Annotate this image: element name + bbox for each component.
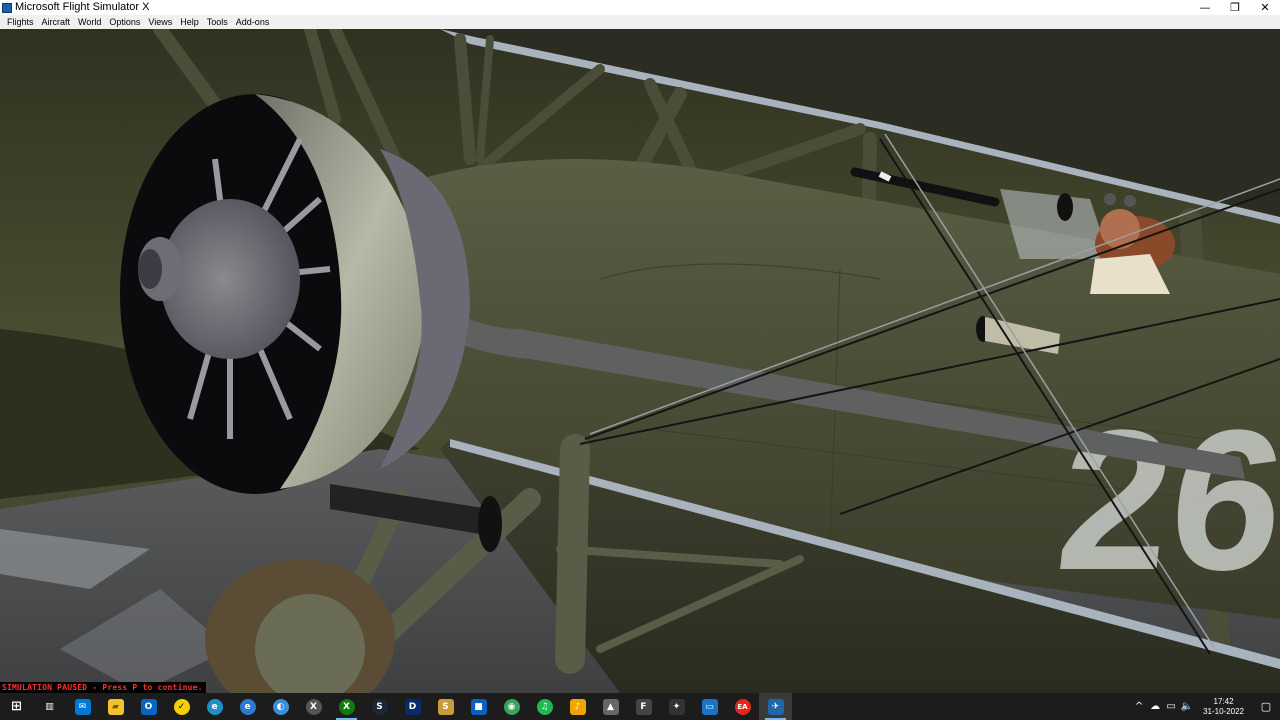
taskbar-blue-app[interactable]: ■ [462, 693, 495, 720]
system-tray: ^ ☁ ▭ 🔈 17:42 31-10-2022 ▢ [1131, 693, 1280, 720]
start-button[interactable]: ⊞ [0, 693, 33, 720]
fuselage-number: 26 [1049, 388, 1280, 611]
taskbar-mail[interactable]: ✉ [66, 693, 99, 720]
task-view-icon: ▥ [45, 701, 54, 712]
minimize-button[interactable]: — [1190, 0, 1220, 15]
menu-world[interactable]: World [74, 15, 105, 29]
menu-aircraft[interactable]: Aircraft [38, 15, 75, 29]
taskbar-edge-alt[interactable]: e [231, 693, 264, 720]
menu-add-ons[interactable]: Add-ons [232, 15, 274, 29]
taskbar-chrome-app[interactable]: ◉ [495, 693, 528, 720]
windows-taskbar: ⊞ ▥ ✉ ▰ O ✓ e e ◐ X X S D S ■ ◉ ♫ ♪ ▲ F … [0, 693, 1280, 720]
taskbar-fsx-tool[interactable]: F [627, 693, 660, 720]
steam-icon: S [371, 698, 388, 715]
taskbar-ea[interactable]: EA [726, 693, 759, 720]
clock-time: 17:42 [1213, 696, 1234, 706]
spad-icon: S [437, 698, 454, 715]
taskbar-spotify[interactable]: ♫ [528, 693, 561, 720]
browser-icon: ◐ [272, 698, 289, 715]
taskbar-xbox-app[interactable]: X [330, 693, 363, 720]
taskbar-flight-simulator[interactable]: ✈ [759, 693, 792, 720]
taskbar-music[interactable]: ♪ [561, 693, 594, 720]
edge-icon: e [206, 698, 223, 715]
clock-date: 31-10-2022 [1203, 706, 1244, 716]
taskbar-browser[interactable]: ◐ [264, 693, 297, 720]
biplane-scene: 26 [0, 29, 1280, 693]
mail-icon: ✉ [74, 698, 91, 715]
chrome-app-icon: ◉ [503, 698, 520, 715]
window-title: Microsoft Flight Simulator X [15, 1, 150, 13]
taskbar-edge[interactable]: e [198, 693, 231, 720]
show-hidden-icons-icon[interactable]: ^ [1131, 701, 1147, 712]
simulation-paused-message: SIMULATION PAUSED - Press P to continue. [0, 682, 206, 693]
ea-icon: EA [734, 698, 751, 715]
airplane-app-icon: ▲ [602, 698, 619, 715]
window-titlebar: Microsoft Flight Simulator X — ❐ ✕ [0, 0, 1280, 15]
menu-options[interactable]: Options [105, 15, 144, 29]
music-icon: ♪ [569, 698, 586, 715]
menu-bar: Flights Aircraft World Options Views Hel… [0, 15, 1280, 29]
menu-views[interactable]: Views [144, 15, 176, 29]
edge-alt-icon: e [239, 698, 256, 715]
notifications-icon[interactable]: ▢ [1252, 693, 1280, 720]
taskbar-spad[interactable]: S [429, 693, 462, 720]
taskbar-airplane-app[interactable]: ▲ [594, 693, 627, 720]
xbox-app-icon: X [338, 698, 355, 715]
window-controls: — ❐ ✕ [1190, 0, 1280, 15]
menu-flights[interactable]: Flights [3, 15, 38, 29]
taskbar-norton[interactable]: ✓ [165, 693, 198, 720]
taskbar-file-explorer[interactable]: ▰ [99, 693, 132, 720]
simulator-viewport[interactable]: 26 [0, 29, 1280, 693]
taskbar-steam[interactable]: S [363, 693, 396, 720]
norton-icon: ✓ [173, 698, 190, 715]
outlook-icon: O [140, 698, 157, 715]
onedrive-icon[interactable]: ☁ [1147, 701, 1163, 712]
taskbar-joystick[interactable]: ✦ [660, 693, 693, 720]
monitor-icon: ▭ [701, 698, 718, 715]
menu-tools[interactable]: Tools [203, 15, 232, 29]
spotify-icon: ♫ [536, 698, 553, 715]
fsx-tool-icon: F [635, 698, 652, 715]
windows-start-icon: ⊞ [11, 699, 22, 714]
blue-app-icon: ■ [470, 698, 487, 715]
taskbar-outlook[interactable]: O [132, 693, 165, 720]
dolby-icon: D [404, 698, 421, 715]
task-view-button[interactable]: ▥ [33, 693, 66, 720]
network-icon[interactable]: ▭ [1163, 701, 1179, 712]
joystick-icon: ✦ [668, 698, 685, 715]
flight-sim-icon: ✈ [767, 698, 784, 715]
maximize-button[interactable]: ❐ [1220, 0, 1250, 15]
taskbar-xbox[interactable]: X [297, 693, 330, 720]
file-explorer-icon: ▰ [107, 698, 124, 715]
volume-icon[interactable]: 🔈 [1179, 701, 1195, 712]
taskbar-monitor[interactable]: ▭ [693, 693, 726, 720]
xbox-icon: X [305, 698, 322, 715]
taskbar-clock[interactable]: 17:42 31-10-2022 [1195, 697, 1252, 717]
app-icon [2, 2, 12, 13]
menu-help[interactable]: Help [176, 15, 203, 29]
taskbar-dolby[interactable]: D [396, 693, 429, 720]
close-button[interactable]: ✕ [1250, 0, 1280, 15]
